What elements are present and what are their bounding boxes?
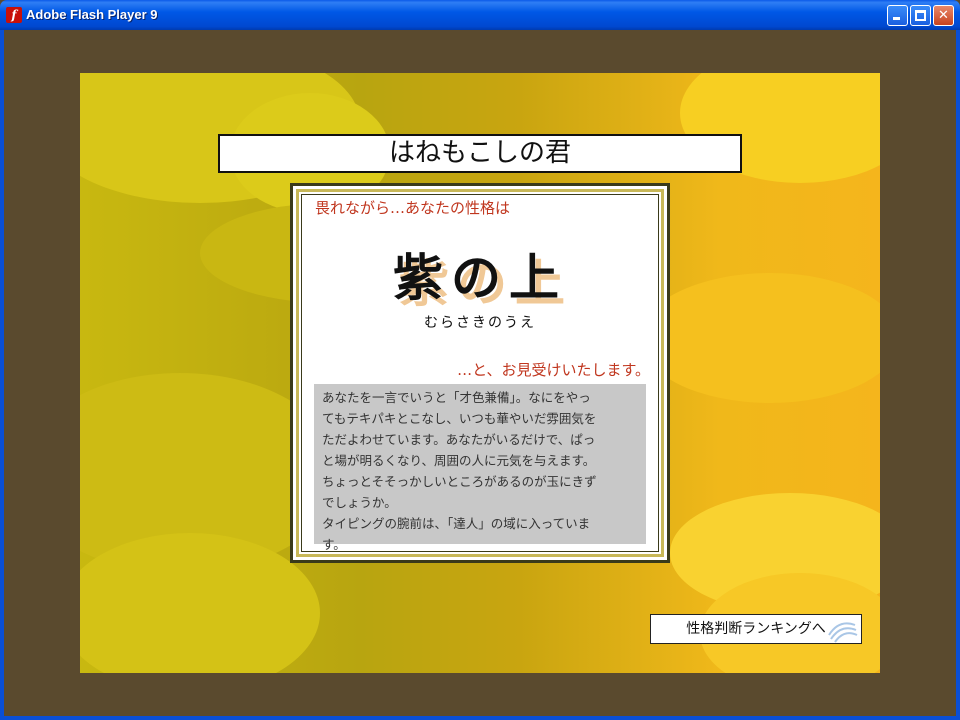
description-line: てもテキパキとこなし、いつも華やいだ雰囲気を: [322, 411, 597, 426]
result-verdict: …と、お見受けいたします。: [457, 361, 650, 379]
window-title-bar[interactable]: f Adobe Flash Player 9 ✕: [0, 0, 960, 30]
window-frame-left: [0, 30, 4, 720]
flash-player-icon: f: [6, 7, 22, 23]
window-title: Adobe Flash Player 9: [26, 7, 158, 22]
character-reading: むらさきのうえ: [424, 315, 536, 331]
close-button[interactable]: ✕: [933, 5, 954, 26]
window-frame-right: [956, 30, 960, 720]
ranking-button[interactable]: 性格判断ランキングへ: [650, 614, 862, 644]
ranking-button-label: 性格判断ランキングへ: [686, 621, 826, 637]
result-intro: 畏れながら…あなたの性格は: [315, 199, 511, 217]
window-frame-bottom: [0, 716, 960, 720]
close-icon: ✕: [938, 8, 949, 23]
player-title: はねもこしの君: [218, 134, 742, 173]
description-line: でしょうか。: [322, 495, 397, 510]
cloud-decoration: [80, 533, 320, 673]
result-description: あなたを一言でいうと「才色兼備」。なにをやっ てもテキパキとこなし、いつも華やい…: [314, 384, 646, 552]
description-line: と場が明るくなり、周囲の人に元気を与えます。: [322, 453, 596, 468]
character-name: 紫の上: [393, 248, 567, 307]
minimize-icon: [888, 6, 907, 25]
description-line: す。: [322, 537, 346, 552]
description-line: タイピングの腕前は、「達人」の域に入っていま: [322, 516, 591, 531]
maximize-button[interactable]: [910, 5, 931, 26]
cloud-decoration: [640, 273, 880, 403]
minimize-button[interactable]: [887, 5, 908, 26]
swirl-icon: [828, 622, 858, 643]
description-line: ただよわせています。あなたがいるだけで、ぱっ: [322, 432, 596, 447]
description-line: ちょっとそそっかしいところがあるのが玉にきず: [322, 474, 597, 489]
description-line: あなたを一言でいうと「才色兼備」。なにをやっ: [322, 390, 591, 405]
maximize-icon: [911, 6, 930, 25]
